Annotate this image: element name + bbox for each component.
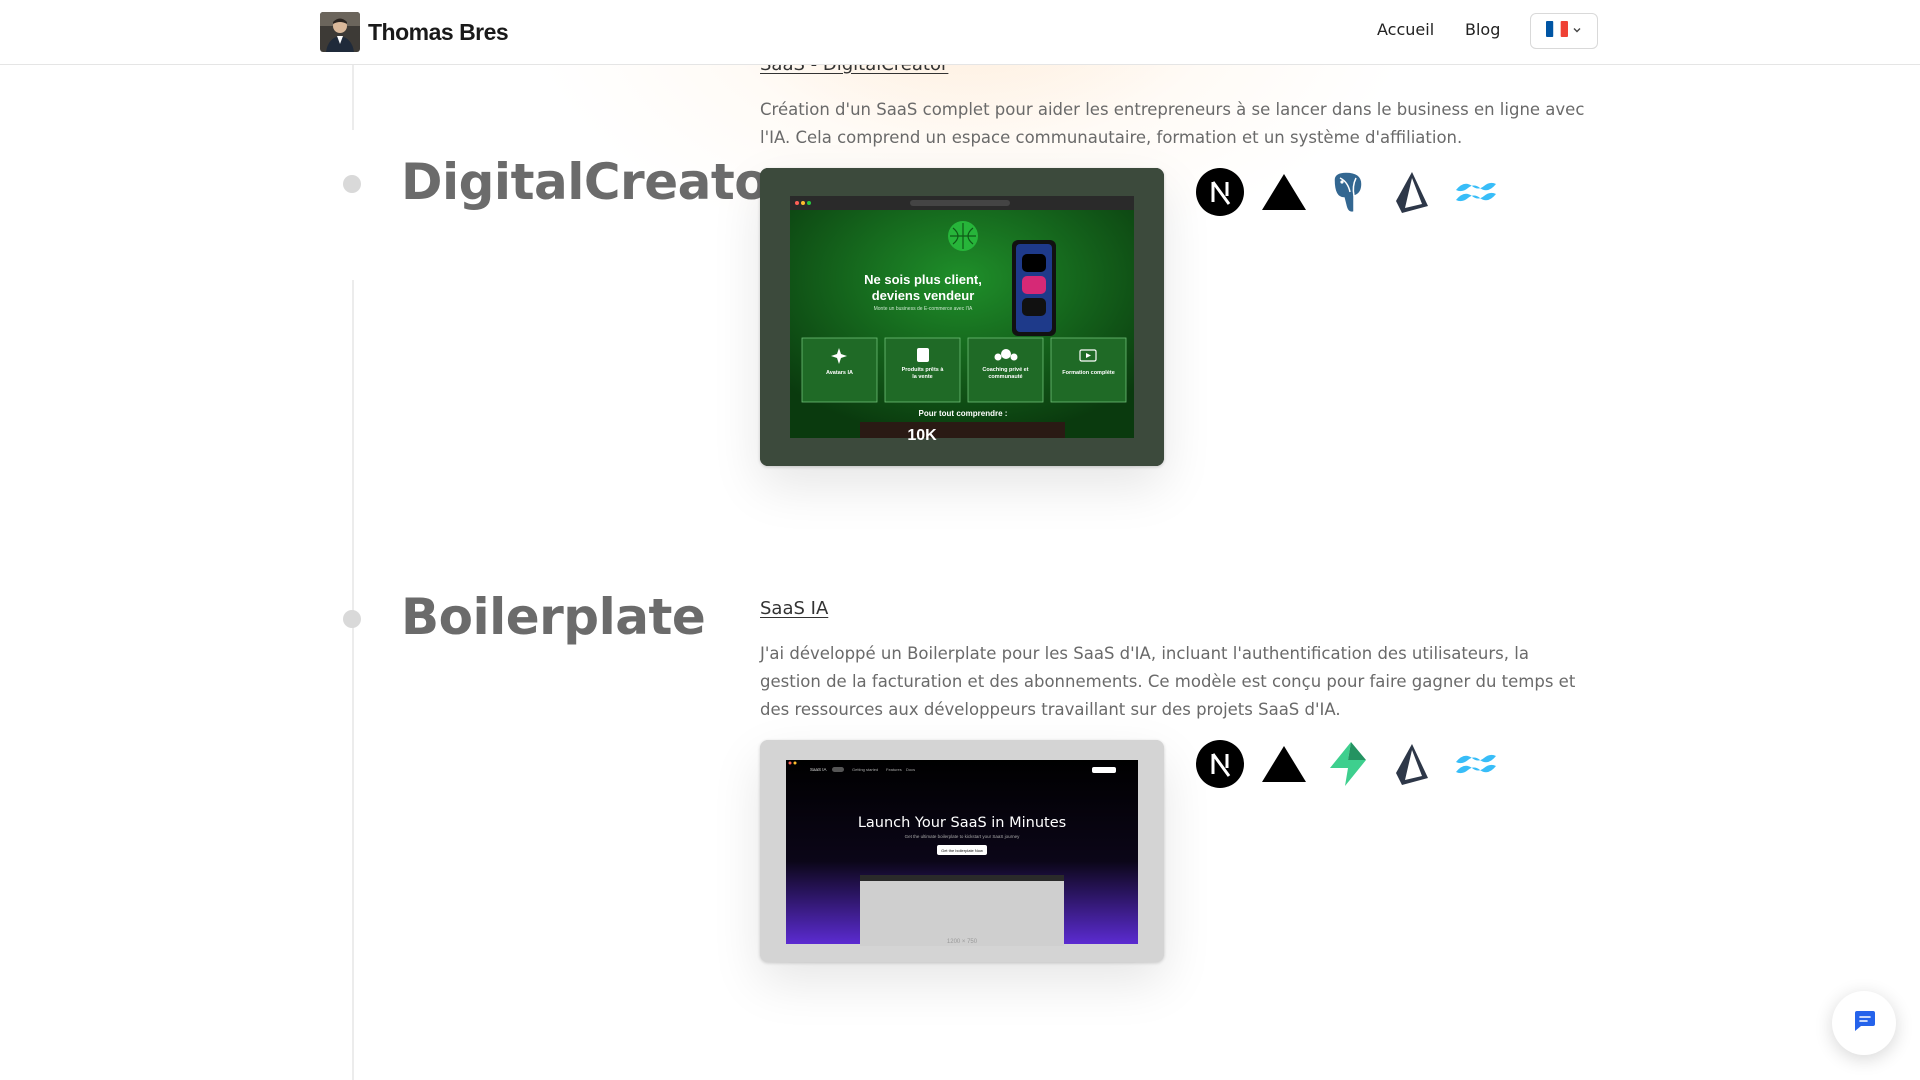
timeline-line	[352, 280, 354, 1080]
svg-text:Docs: Docs	[906, 767, 915, 772]
chevron-down-icon	[1572, 25, 1582, 38]
svg-text:communauté: communauté	[988, 374, 1022, 380]
timeline-dot	[343, 610, 361, 628]
svg-text:deviens vendeur: deviens vendeur	[872, 288, 975, 303]
vercel-icon	[1260, 168, 1308, 216]
svg-text:Produits prêts à: Produits prêts à	[902, 367, 945, 373]
supabase-icon	[1324, 740, 1372, 788]
tailwind-icon	[1452, 740, 1500, 788]
project-description: Création d'un SaaS complet pour aider le…	[760, 100, 1585, 147]
boilerplate-preview: SaaS IA Getting started Features Docs La…	[760, 740, 1164, 962]
svg-text:Getting started: Getting started	[852, 767, 878, 772]
postgresql-icon	[1324, 168, 1372, 216]
language-selector[interactable]	[1530, 13, 1598, 49]
svg-text:Monte un business de E-commerc: Monte un business de E-commerce avec l'I…	[874, 306, 973, 312]
chat-bubble-icon	[1851, 1008, 1877, 1038]
nav-link-blog[interactable]: Blog	[1465, 20, 1500, 39]
svg-text:1200 × 750: 1200 × 750	[947, 939, 978, 945]
vercel-icon	[1260, 740, 1308, 788]
svg-text:Ne sois plus client,: Ne sois plus client,	[864, 272, 982, 287]
prisma-icon	[1388, 168, 1436, 216]
svg-text:Get the boilerplate Now: Get the boilerplate Now	[941, 848, 983, 853]
site-header: Thomas Bres Accueil Blog	[0, 0, 1920, 65]
svg-text:Coaching privé et: Coaching privé et	[982, 367, 1028, 373]
avatar	[320, 12, 360, 52]
brand-name: Thomas Bres	[368, 18, 509, 45]
project-title: DigitalCreator	[401, 153, 793, 211]
svg-text:Pour tout comprendre :: Pour tout comprendre :	[919, 409, 1008, 418]
timeline-line	[352, 64, 354, 130]
svg-text:Formation complète: Formation complète	[1062, 370, 1115, 376]
nextjs-icon	[1196, 740, 1244, 788]
nav-link-home[interactable]: Accueil	[1377, 20, 1434, 39]
svg-text:Avatars IA: Avatars IA	[826, 370, 853, 376]
project-title: Boilerplate	[401, 588, 706, 646]
chat-button[interactable]	[1832, 991, 1896, 1055]
svg-text:Get the ultimate boilerplate t: Get the ultimate boilerplate to kickstar…	[905, 834, 1021, 839]
svg-text:la vente: la vente	[912, 374, 932, 380]
brand-link[interactable]: Thomas Bres	[320, 12, 509, 52]
project-screenshot[interactable]: SaaS IA Getting started Features Docs La…	[760, 740, 1164, 962]
fr-flag-icon	[1546, 21, 1568, 41]
timeline-dot	[343, 175, 361, 193]
project-link[interactable]: SaaS IA	[760, 598, 828, 619]
tech-stack	[1196, 740, 1500, 788]
prisma-icon	[1388, 740, 1436, 788]
svg-text:Features: Features	[886, 767, 902, 772]
project-description: J'ai développé un Boilerplate pour les S…	[760, 644, 1576, 719]
project-screenshot[interactable]: Ne sois plus client, deviens vendeur Mon…	[760, 168, 1164, 466]
tailwind-icon	[1452, 168, 1500, 216]
nextjs-icon	[1196, 168, 1244, 216]
svg-text:Launch Your SaaS in Minutes: Launch Your SaaS in Minutes	[858, 815, 1066, 831]
tech-stack	[1196, 168, 1500, 216]
digitalcreator-preview: Ne sois plus client, deviens vendeur Mon…	[760, 168, 1164, 466]
svg-text:SaaS IA: SaaS IA	[810, 767, 827, 772]
svg-text:10K: 10K	[907, 427, 937, 444]
